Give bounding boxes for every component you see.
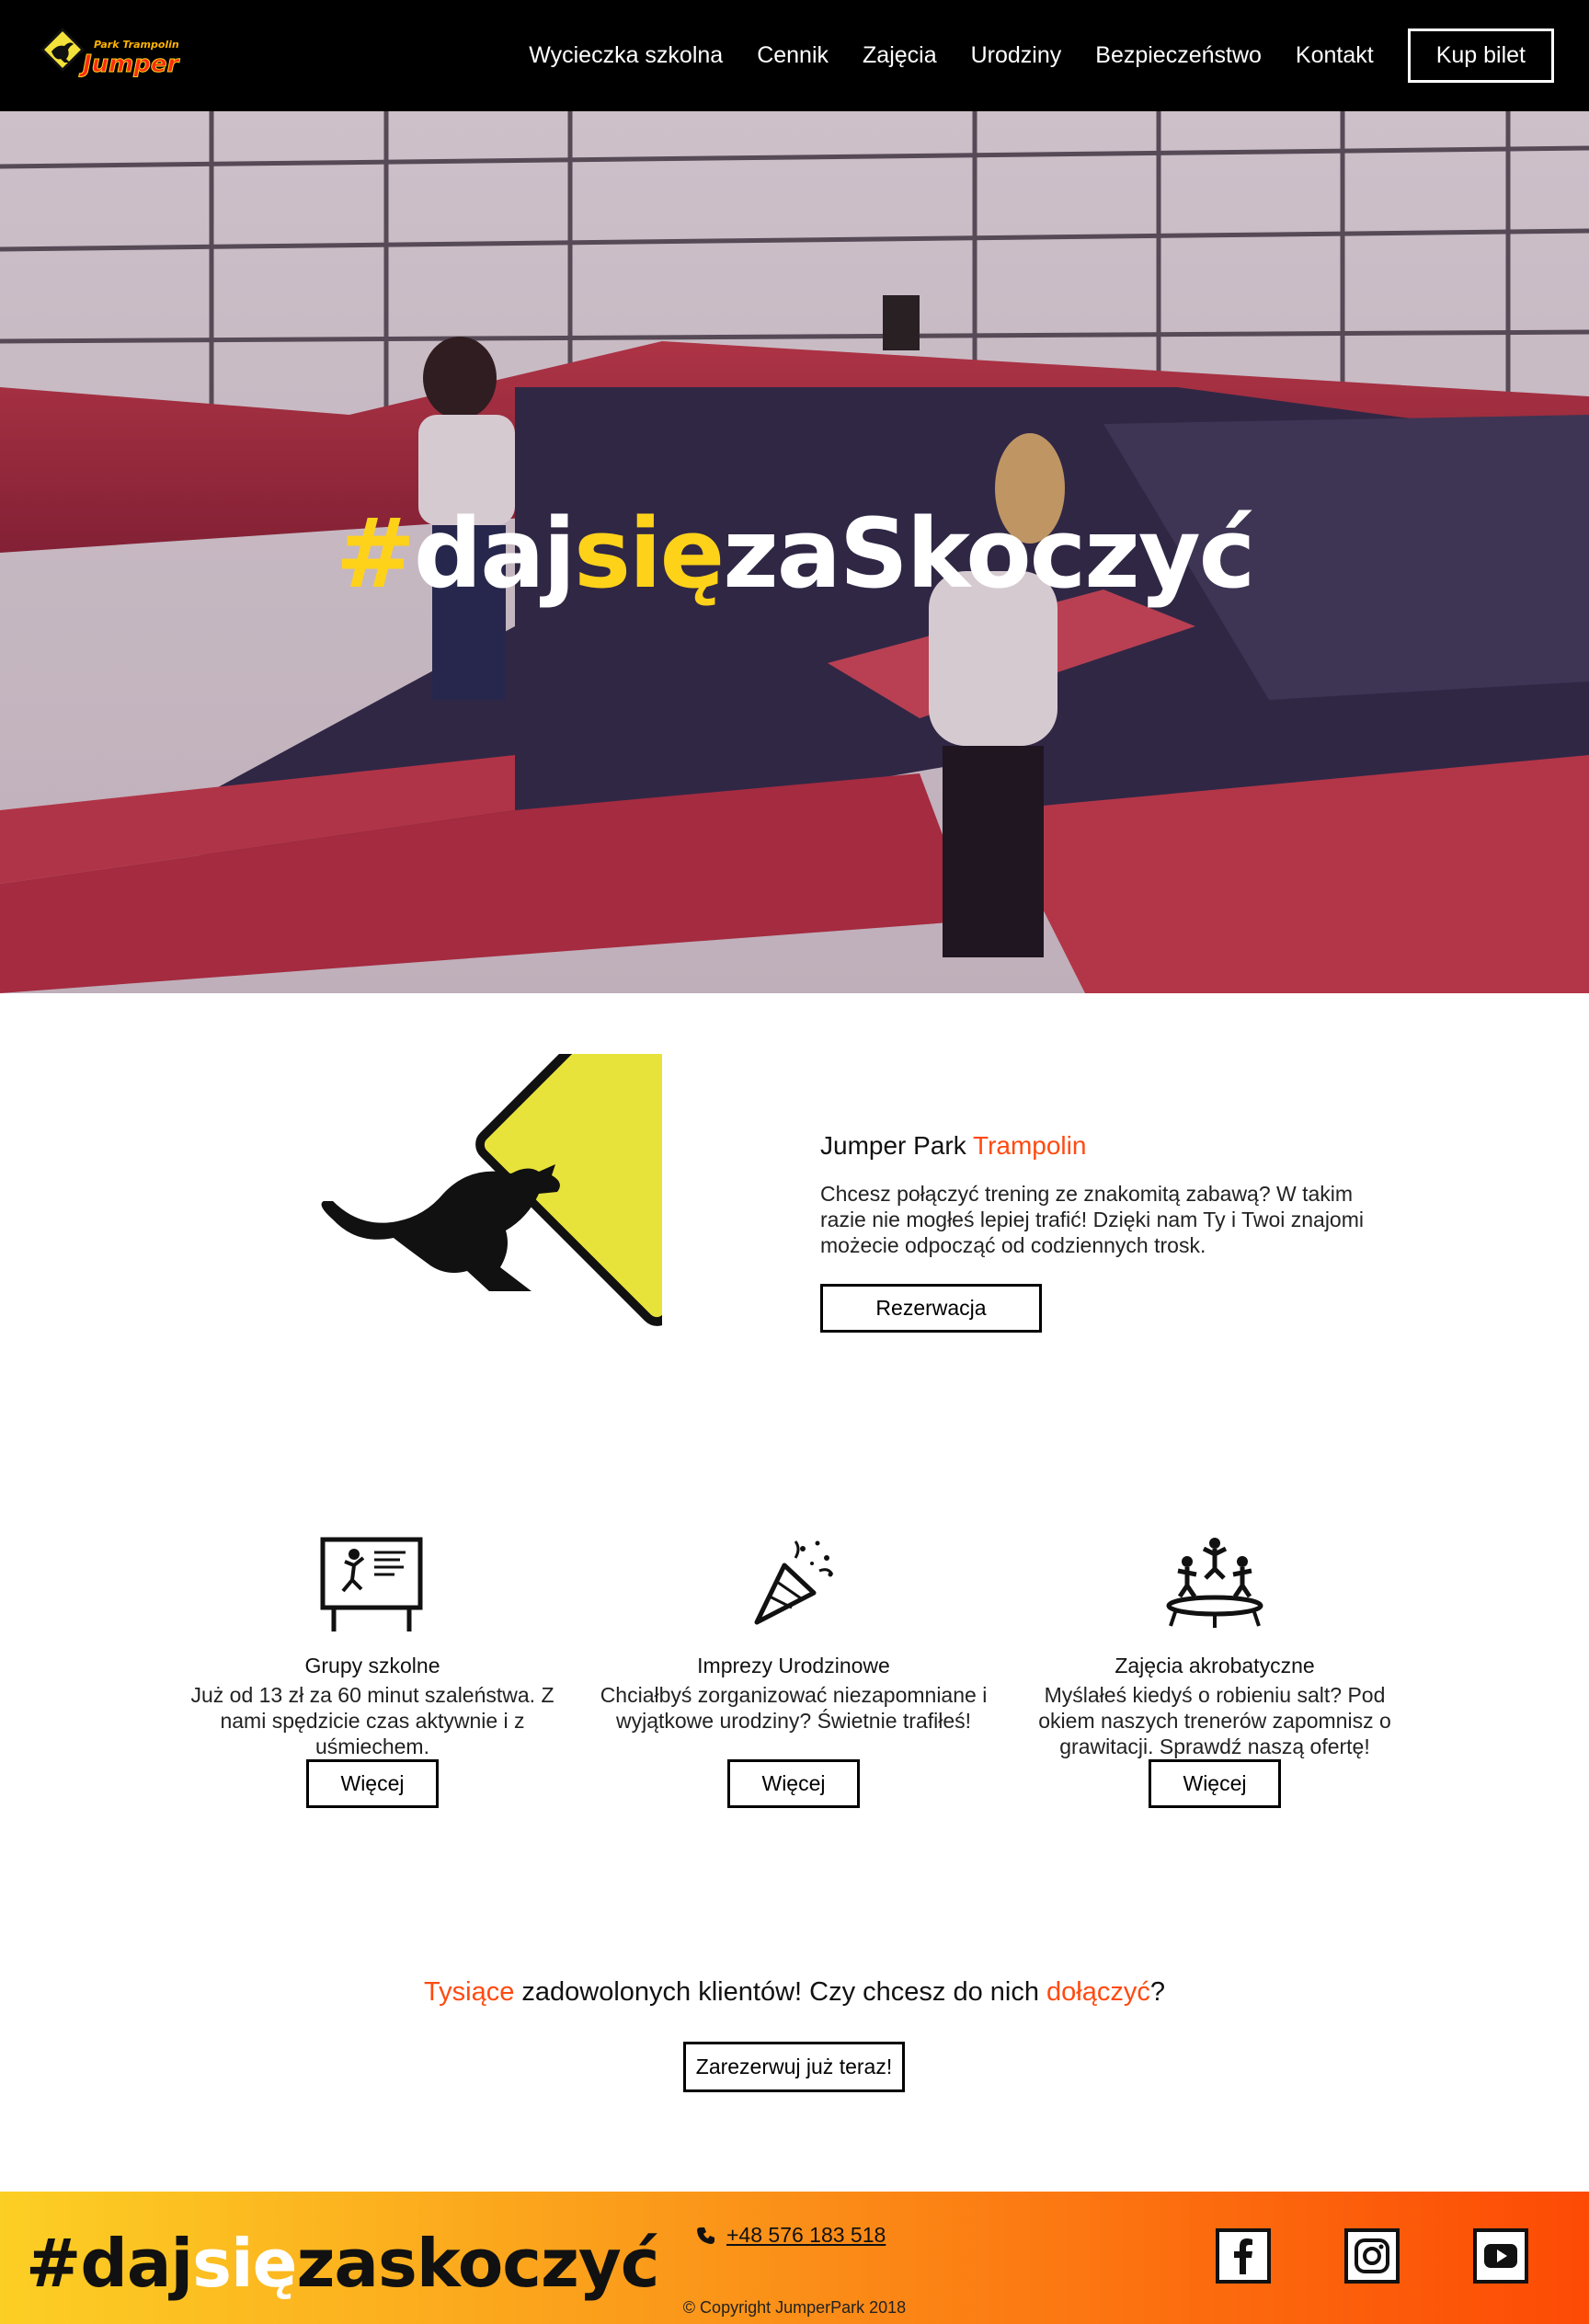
intro-title: Jumper Park Trampolin [820,1131,1372,1161]
phone-link[interactable]: +48 576 183 518 [726,2223,886,2248]
school-board-icon [320,1537,423,1631]
feature-text: Już od 13 zł za 60 minut szaleństwa. Z n… [190,1683,554,1758]
feature-text: Chciałbyś zorganizować niezapomniane i w… [600,1683,988,1733]
hero-banner: #dajsięzaSkoczyć [0,111,1589,993]
footer-tag-c: zaskoczyć [296,2225,660,2302]
features-row: Grupy szkolne Już od 13 zł za 60 minut s… [162,1530,1427,1808]
reservation-button[interactable]: Rezerwacja [820,1284,1042,1333]
logo-top-text: Park Trampolin [94,39,179,51]
site-header: Park Trampolin Jumper Wycieczka szkolna … [0,0,1589,111]
cta-end: ? [1149,1977,1165,2007]
footer-hashtag: #dajsięzaskoczyć [26,2225,660,2302]
hero-part-1: daj [413,498,576,610]
more-button-birthday[interactable]: Więcej [727,1759,860,1808]
feature-text: Myślałeś kiedyś o robieniu salt? Pod oki… [1038,1683,1391,1758]
phone-icon [697,2227,714,2244]
book-now-button[interactable]: Zarezerwuj już teraz! [683,2042,905,2092]
nav-contact[interactable]: Kontakt [1296,42,1374,69]
feature-acrobatics: Zajęcia akrobatyczne Myślałeś kiedyś o r… [1004,1530,1425,1808]
instagram-icon[interactable] [1344,2228,1400,2284]
intro-title-accent: Trampolin [973,1131,1087,1160]
cta-accent-2: dołączyć [1046,1977,1150,2007]
cta-middle: zadowolonych klientów! Czy chcesz do nic… [514,1977,1047,2007]
feature-title: Imprezy Urodzinowe [697,1654,890,1677]
hero-part-3: zaSkoczyć [723,498,1255,610]
footer-tag-a: #daj [26,2225,193,2302]
copyright-text: © Copyright JumperPark 2018 [682,2298,907,2317]
feature-school-groups: Grupy szkolne Już od 13 zł za 60 minut s… [162,1530,583,1808]
nav-classes[interactable]: Zajęcia [863,42,937,69]
intro-section: Jumper Park Trampolin Chcesz połączyć tr… [820,1131,1372,1333]
feature-birthday-parties: Imprezy Urodzinowe Chciałbyś zorganizowa… [583,1530,1004,1808]
hero-hash: # [335,498,416,610]
facebook-icon[interactable] [1216,2228,1271,2284]
more-button-acrobatics[interactable]: Więcej [1149,1759,1281,1808]
nav-birthdays[interactable]: Urodziny [971,42,1062,69]
party-popper-icon [754,1540,834,1625]
phone-contact: +48 576 183 518 [697,2223,886,2248]
jumper-logo[interactable]: Park Trampolin Jumper [39,24,195,85]
buy-ticket-button[interactable]: Kup bilet [1407,28,1554,83]
nav-pricing[interactable]: Cennik [757,42,829,69]
logo-name-text: Jumper [78,51,181,78]
main-nav: Wycieczka szkolna Cennik Zajęcia Urodzin… [495,28,1554,83]
cta-headline: Tysiące zadowolonych klientów! Czy chces… [0,1977,1589,2008]
intro-title-main: Jumper Park [820,1131,973,1160]
feature-title: Grupy szkolne [304,1654,440,1677]
feature-title: Zajęcia akrobatyczne [1115,1654,1315,1677]
kangaroo-sign-icon [276,972,829,1414]
intro-text: Chcesz połączyć trening ze znakomitą zab… [820,1182,1364,1257]
footer-tag-b: się [192,2225,297,2302]
nav-school-trip[interactable]: Wycieczka szkolna [529,42,723,69]
cta-accent-1: Tysiące [424,1977,515,2007]
nav-safety[interactable]: Bezpieczeństwo [1095,42,1262,69]
hero-part-2: się [574,498,725,610]
more-button-school[interactable]: Więcej [306,1759,439,1808]
site-footer: #dajsięzaskoczyć +48 576 183 518 © Copyr… [0,2192,1589,2324]
hero-hashtag: #dajsięzaSkoczyć [0,498,1589,610]
youtube-icon[interactable] [1473,2228,1528,2284]
trampoline-kids-icon [1166,1538,1263,1628]
